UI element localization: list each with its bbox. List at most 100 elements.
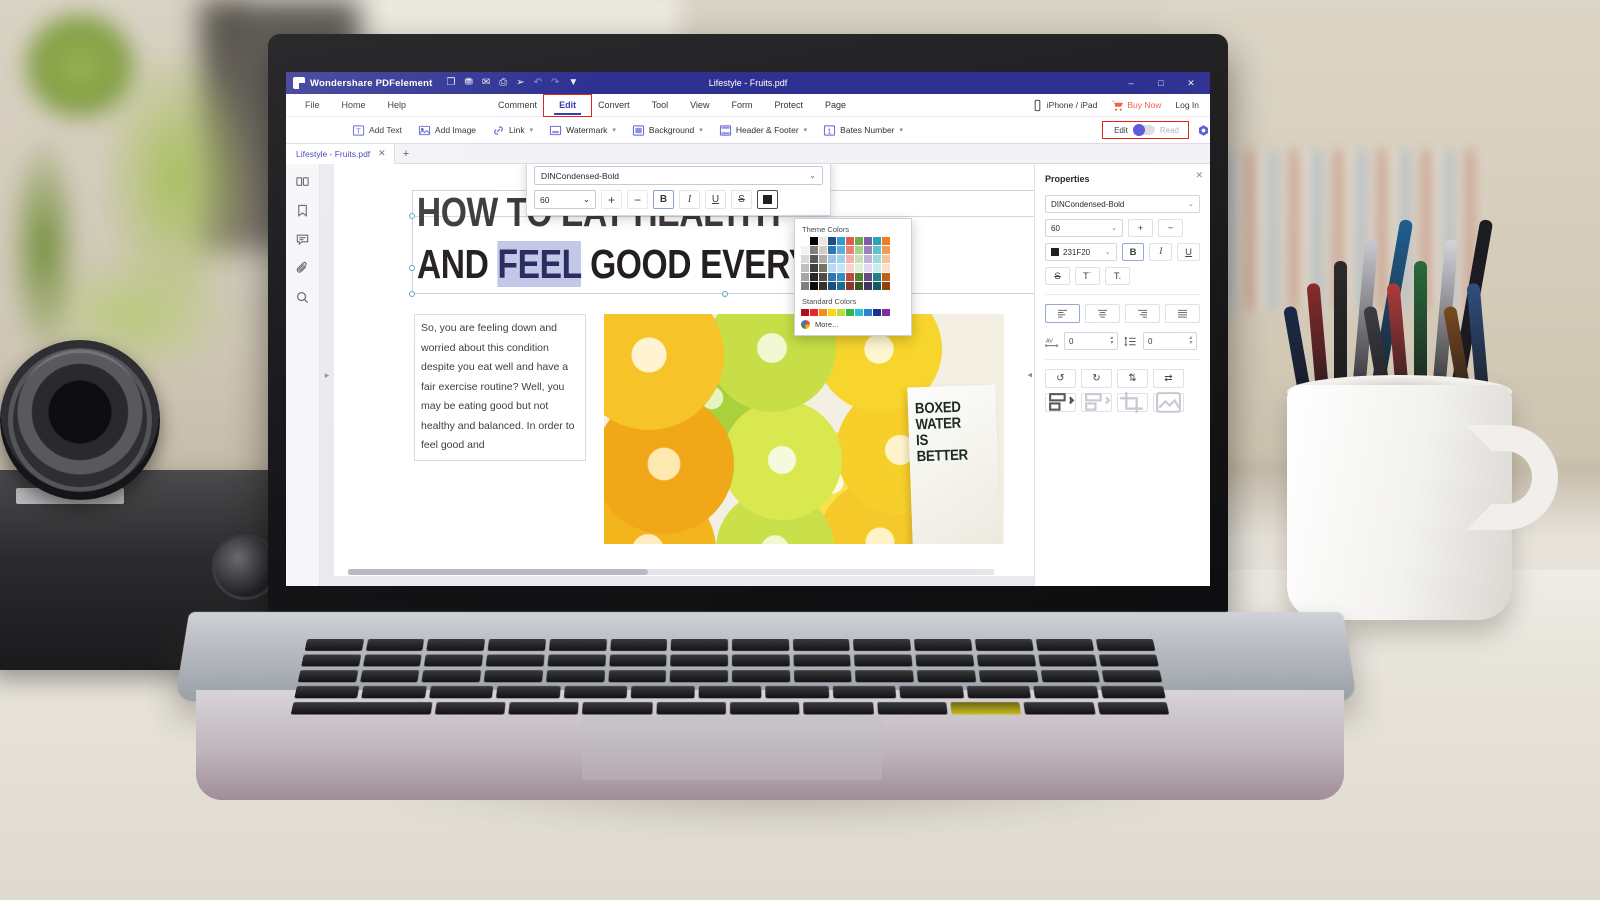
color-swatch[interactable] [873,282,881,290]
menu-tool[interactable]: Tool [641,94,680,117]
properties-strikethrough-button[interactable]: S [1045,267,1070,285]
color-swatch[interactable] [810,282,818,290]
menu-view[interactable]: View [679,94,720,117]
rotate-left-icon[interactable]: ↺ [1045,369,1076,388]
redo-icon[interactable]: ↷ [551,78,559,88]
share-icon[interactable]: ➢ [516,78,524,88]
save-icon[interactable]: ⛃ [464,78,472,88]
menu-form[interactable]: Form [720,94,763,117]
theme-color-column[interactable] [882,237,890,290]
properties-bold-button[interactable]: B [1121,243,1145,261]
color-swatch[interactable] [846,246,854,254]
color-swatch[interactable] [819,282,827,290]
replace-image-icon[interactable] [1153,392,1184,413]
color-swatch[interactable] [819,246,827,254]
standard-colors-row[interactable] [801,308,905,316]
bookmark-icon[interactable] [295,203,310,218]
expand-sidebar-handle[interactable]: ▸ [322,366,332,384]
color-swatch[interactable] [882,237,890,245]
fruit-photo[interactable]: BOXED WATER IS BETTER [604,314,1004,544]
color-swatch[interactable] [828,246,836,254]
chevron-down-icon[interactable]: ▾ [530,126,534,134]
theme-color-column[interactable] [846,237,854,290]
color-swatch[interactable] [837,282,845,290]
color-swatch[interactable] [846,273,854,281]
properties-superscript-button[interactable]: T˙ [1075,267,1100,285]
mode-toggle-switch[interactable] [1132,124,1155,136]
more-colors-button[interactable]: More... [801,320,905,329]
properties-subscript-button[interactable]: T. [1105,267,1130,285]
theme-color-column[interactable] [819,237,827,290]
menu-protect[interactable]: Protect [763,94,814,117]
theme-color-column[interactable] [855,237,863,290]
chevron-down-icon[interactable]: ▾ [900,126,904,134]
email-icon[interactable]: ✉ [482,78,490,88]
italic-button[interactable]: I [679,190,700,209]
color-swatch[interactable] [873,246,881,254]
color-swatch[interactable] [846,237,854,245]
selection-handle[interactable] [409,291,415,297]
settings-hex-icon[interactable] [1197,124,1210,137]
color-swatch[interactable] [837,264,845,272]
standard-color-swatch[interactable] [801,308,809,316]
close-icon[interactable]: ✕ [378,148,386,159]
color-swatch[interactable] [855,255,863,263]
properties-increase-size-button[interactable]: + [1128,219,1153,237]
color-swatch[interactable] [837,237,845,245]
log-in-button[interactable]: Log In [1170,100,1204,110]
font-family-select[interactable]: DINCondensed-Bold ⌄ [534,166,823,185]
menu-page[interactable]: Page [814,94,857,117]
color-swatch[interactable] [864,273,872,281]
align-justify-icon[interactable] [1165,304,1200,323]
standard-color-swatch[interactable] [810,308,818,316]
maximize-button[interactable]: □ [1146,72,1176,94]
color-swatch[interactable] [855,246,863,254]
bold-button[interactable]: B [653,190,674,209]
font-size-select[interactable]: 60 ⌄ [534,190,596,209]
color-swatch[interactable] [864,237,872,245]
standard-color-swatch[interactable] [819,308,827,316]
color-swatch[interactable] [819,237,827,245]
standard-color-swatch[interactable] [882,308,890,316]
color-swatch[interactable] [882,282,890,290]
align-left-icon[interactable] [1045,304,1080,323]
color-swatch[interactable] [882,273,890,281]
new-tab-button[interactable]: + [395,148,417,160]
menu-convert[interactable]: Convert [587,94,641,117]
close-button[interactable]: ✕ [1176,72,1206,94]
color-swatch[interactable] [810,255,818,263]
color-swatch[interactable] [864,246,872,254]
color-swatch[interactable] [855,237,863,245]
stepper-arrows[interactable]: ▴ ▾ [1110,335,1113,346]
character-spacing-input[interactable]: 0 ▴ ▾ [1064,332,1118,350]
standard-color-swatch[interactable] [837,308,845,316]
color-swatch[interactable] [864,282,872,290]
decrease-font-size-button[interactable]: − [627,190,648,209]
color-swatch[interactable] [837,273,845,281]
color-swatch[interactable] [837,246,845,254]
color-swatch[interactable] [810,273,818,281]
chevron-down-icon[interactable]: ▾ [804,126,808,134]
collapse-properties-handle[interactable]: ◂ [1027,370,1032,381]
menu-file[interactable]: File [294,94,331,117]
color-swatch[interactable] [810,264,818,272]
color-swatch[interactable] [882,264,890,272]
pdf-page[interactable]: HOW TO EAT HEALTHY AND FEEL GOOD EVERY D… [334,164,1034,576]
color-swatch[interactable] [873,264,881,272]
flip-vertical-icon[interactable]: ⇅ [1117,369,1148,388]
edit-read-mode-toggle[interactable]: Edit Read [1102,121,1189,139]
quick-access-toolbar[interactable]: ❐ ⛃ ✉ ⎙ ➢ ↶ ↷ ▼ [446,78,578,88]
align-objects-icon[interactable] [1045,393,1076,412]
align-right-icon[interactable] [1125,304,1160,323]
search-icon[interactable] [295,290,310,305]
iphone-ipad-button[interactable]: iPhone / iPad [1026,99,1103,112]
align-center-icon[interactable] [1085,304,1120,323]
color-swatch[interactable] [873,237,881,245]
print-icon[interactable]: ⎙ [499,78,507,88]
properties-font-family-select[interactable]: DINCondensed-Bold ⌄ [1045,195,1200,213]
color-swatch[interactable] [828,264,836,272]
color-swatch[interactable] [846,264,854,272]
rotate-right-icon[interactable]: ↻ [1081,369,1112,388]
color-swatch[interactable] [828,282,836,290]
menu-home[interactable]: Home [331,94,377,117]
